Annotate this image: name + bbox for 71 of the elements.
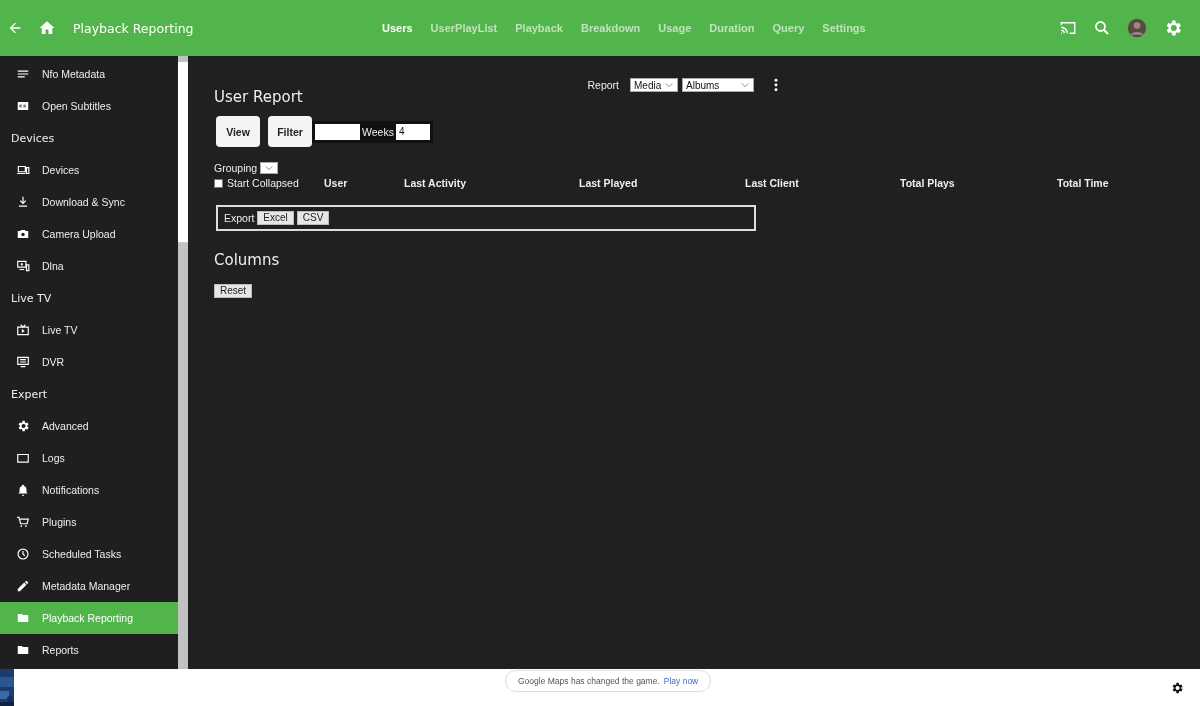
- section-heading: Expert: [10, 387, 49, 403]
- download-icon: [16, 195, 30, 209]
- screen-icon: [16, 259, 30, 273]
- section-heading: Devices: [10, 131, 56, 147]
- report-subtype-select[interactable]: Albums: [682, 78, 754, 92]
- checkbox-label: Start Collapsed: [227, 177, 299, 189]
- chevron-icon: [664, 80, 674, 90]
- section-title: Columns: [214, 251, 281, 269]
- gear-icon: [16, 419, 30, 433]
- weeks-label: Weeks: [362, 125, 394, 138]
- sidebar-item[interactable]: Reports: [0, 634, 178, 666]
- avatar-icon[interactable]: [1127, 18, 1147, 38]
- scrollbar[interactable]: [178, 56, 188, 669]
- sidebar-item[interactable]: Live TV: [0, 314, 178, 346]
- column-header: Last Played: [579, 177, 639, 189]
- column-header: Last Activity: [404, 177, 468, 189]
- grouping-select[interactable]: [260, 162, 279, 174]
- filter-button[interactable]: Filter: [268, 116, 312, 147]
- sidebar-item[interactable]: Nfo Metadata: [0, 58, 178, 90]
- reset-button[interactable]: Reset: [214, 284, 253, 298]
- bell-icon: [16, 483, 30, 497]
- sidebar-item[interactable]: Notifications: [0, 474, 178, 506]
- report-label: Report: [587, 79, 619, 91]
- banner-text: Google Maps has changed the game.: [518, 675, 660, 686]
- monitor-icon: [16, 355, 30, 369]
- sidebar-item[interactable]: Logs: [0, 442, 178, 474]
- sidebar-item[interactable]: Devices: [0, 154, 178, 186]
- cast-icon[interactable]: [1059, 19, 1077, 37]
- sidebar-item[interactable]: DVR: [0, 346, 178, 378]
- search-icon[interactable]: [1093, 19, 1111, 37]
- sidebar-item[interactable]: Scheduled Tasks: [0, 538, 178, 570]
- sidebar-item[interactable]: Download & Sync: [0, 186, 178, 218]
- app-title: Playback Reporting: [73, 20, 194, 36]
- section-heading: Live TV: [10, 291, 53, 307]
- page-title: User Report: [214, 88, 303, 106]
- grouping-label: Grouping: [214, 162, 258, 174]
- export-button[interactable]: CSV: [296, 211, 330, 225]
- camera-icon: [16, 227, 30, 241]
- chevron-icon: [264, 163, 275, 173]
- sidebar-item[interactable]: Camera Upload: [0, 218, 178, 250]
- clock-icon: [16, 547, 30, 561]
- weeks-field[interactable]: 4: [395, 123, 430, 140]
- column-header: Total Time: [1057, 177, 1110, 189]
- home-icon[interactable]: [38, 19, 56, 37]
- date-field[interactable]: [315, 123, 360, 140]
- cart-icon: [16, 515, 30, 529]
- export-button[interactable]: Excel: [257, 211, 294, 225]
- folder-icon: [16, 611, 30, 625]
- settings-icon[interactable]: [1170, 680, 1184, 695]
- play-now-link[interactable]: Play now: [663, 675, 699, 686]
- column-header: Last Client: [745, 177, 800, 189]
- back-arrow-icon[interactable]: [7, 20, 23, 36]
- folder-icon: [16, 643, 30, 657]
- captions-icon: [16, 99, 30, 113]
- sidebar-item[interactable]: Plugins: [0, 506, 178, 538]
- sidebar-item[interactable]: Open Subtitles: [0, 90, 178, 122]
- tv-icon: [16, 323, 30, 337]
- sidebar-item[interactable]: Metadata Manager: [0, 570, 178, 602]
- sidebar-item[interactable]: Advanced: [0, 410, 178, 442]
- checkbox[interactable]: [214, 178, 223, 188]
- export-label: Export: [224, 212, 255, 224]
- report-type-select[interactable]: Media: [630, 78, 678, 92]
- chevron-icon: [740, 80, 750, 90]
- pencil-icon: [16, 579, 30, 593]
- column-header: Total Plays: [900, 177, 956, 189]
- column-header: User: [324, 177, 349, 189]
- sidebar-item[interactable]: Dlna: [0, 250, 178, 282]
- scrollbar-thumb[interactable]: [178, 62, 188, 243]
- devices-icon: [16, 163, 30, 177]
- view-button[interactable]: View: [216, 116, 260, 147]
- folder-icon: [16, 451, 30, 465]
